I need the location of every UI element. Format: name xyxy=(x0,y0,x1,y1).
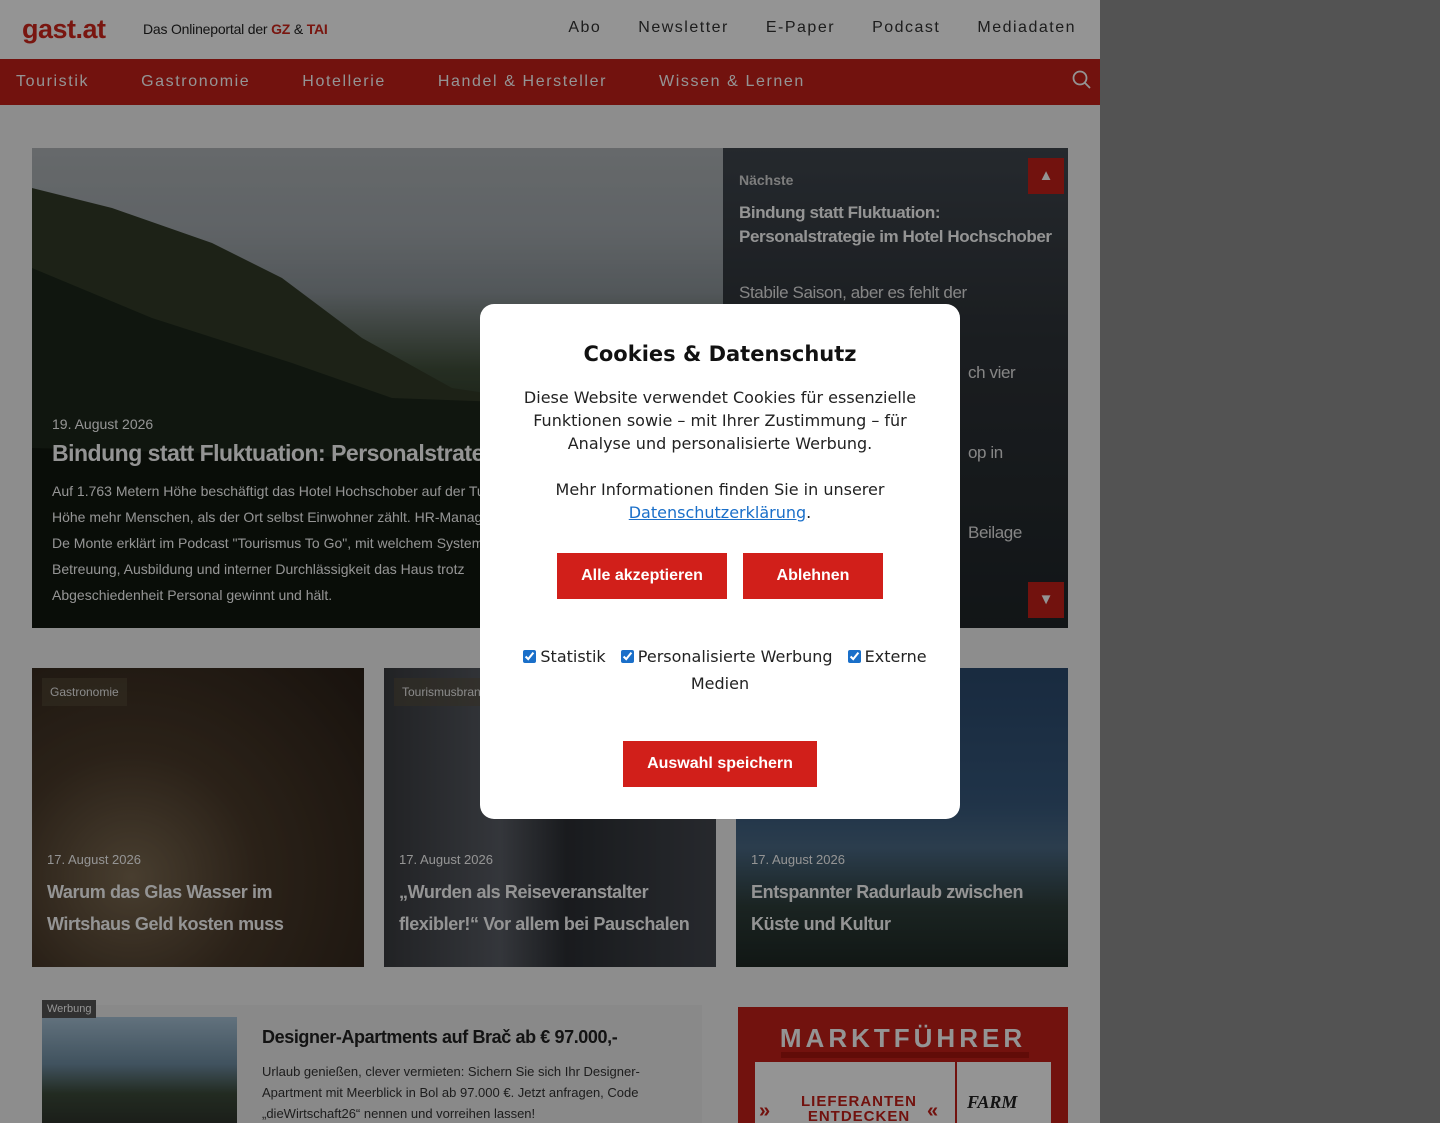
option-label: Statistik xyxy=(540,647,606,666)
accept-all-button[interactable]: Alle akzeptieren xyxy=(557,553,727,599)
dialog-text: Diese Website verwendet Cookies für esse… xyxy=(523,388,917,453)
statistik-checkbox[interactable] xyxy=(523,650,537,663)
werbung-checkbox[interactable] xyxy=(620,650,634,663)
privacy-policy-link[interactable]: Datenschutzerklärung xyxy=(629,503,806,522)
more-info-suffix: . xyxy=(806,503,812,522)
dialog-title: Cookies & Datenschutz xyxy=(583,342,857,366)
option-label: Personalisierte Werbung xyxy=(637,647,833,666)
option-werbung[interactable]: Personalisierte Werbung xyxy=(611,647,833,666)
cookie-dialog: Cookies & Datenschutz Diese Website verw… xyxy=(480,304,960,819)
consent-options: Statistik Personalisierte Werbung Extern… xyxy=(508,643,932,697)
dialog-more-info: Mehr Informationen finden Sie in unserer… xyxy=(510,478,930,524)
decline-button[interactable]: Ablehnen xyxy=(743,553,883,599)
option-statistik[interactable]: Statistik xyxy=(513,647,606,666)
externe-medien-checkbox[interactable] xyxy=(847,650,861,663)
save-selection-button[interactable]: Auswahl speichern xyxy=(623,741,817,787)
more-info-prefix: Mehr Informationen finden Sie in unserer xyxy=(555,480,885,499)
